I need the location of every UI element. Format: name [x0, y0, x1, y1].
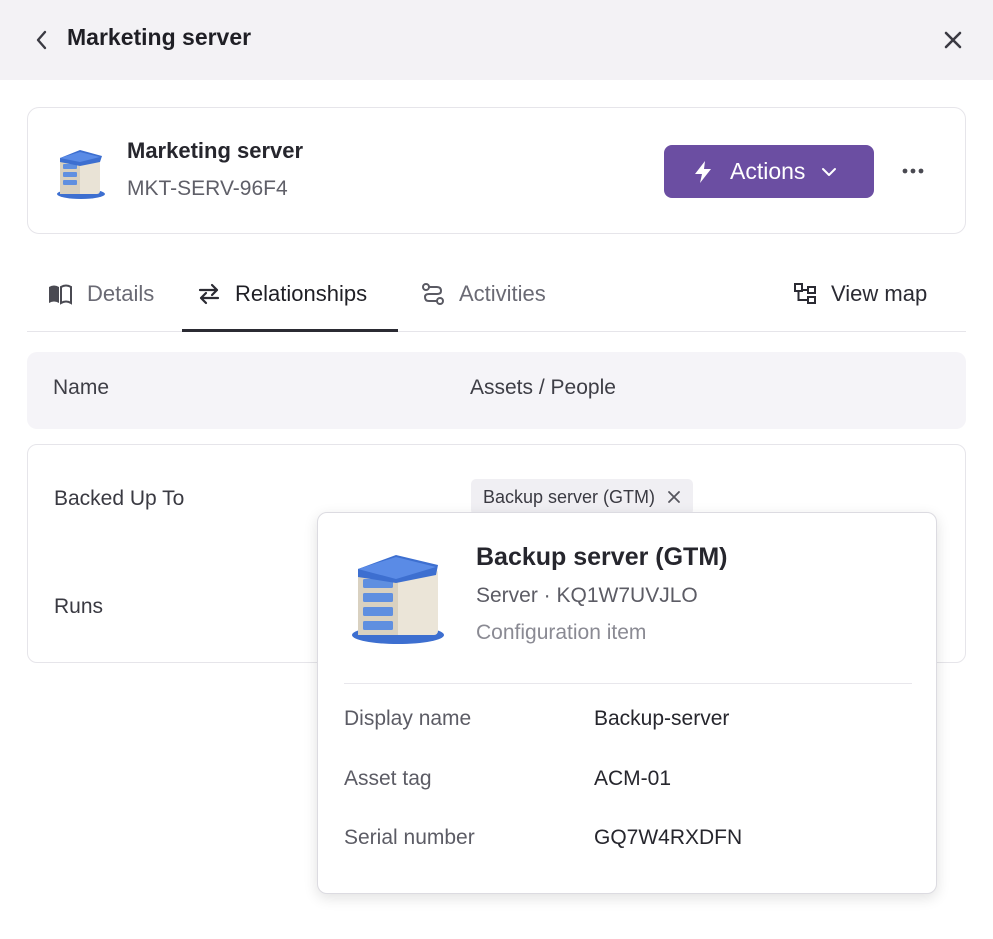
chevron-down-icon: [822, 167, 837, 176]
field-value: Backup-server: [594, 707, 730, 730]
tab-relationships-label: Relationships: [235, 281, 368, 306]
view-map-label: View map: [831, 281, 928, 306]
close-icon: [944, 31, 962, 49]
lightning-icon: [695, 160, 711, 183]
field-label: Asset tag: [344, 767, 432, 790]
asset-hover-card: Backup server (GTM) Server · KQ1W7UVJLO …: [317, 512, 937, 894]
tab-relationships[interactable]: Relationships: [197, 274, 367, 314]
asset-summary-card: Marketing server MKT-SERV-96F4 Actions: [27, 107, 966, 234]
panel-header: Marketing server: [0, 0, 993, 80]
more-options-button[interactable]: [896, 154, 930, 188]
column-header-assets-people: Assets / People: [470, 376, 616, 399]
hover-card-title: Backup server (GTM): [476, 543, 728, 571]
swap-arrows-icon: [198, 283, 220, 305]
field-value: GQ7W4RXDFN: [594, 826, 743, 849]
more-horizontal-icon: [902, 168, 924, 174]
field-label: Serial number: [344, 826, 475, 849]
close-button[interactable]: [938, 26, 968, 54]
back-button[interactable]: [28, 26, 54, 54]
relationships-table-header: Name Assets / People: [27, 352, 966, 429]
related-asset-chip[interactable]: Backup server (GTM): [471, 479, 694, 515]
asset-id: MKT-SERV-96F4: [127, 177, 288, 200]
tab-activities-label: Activities: [459, 281, 546, 306]
divider: [344, 683, 912, 684]
tab-details[interactable]: Details: [47, 274, 154, 314]
actions-button-label: Actions: [730, 158, 806, 184]
field-label: Display name: [344, 707, 472, 730]
tab-bar: Details Relationships Activities View ma…: [27, 260, 966, 332]
field-value: ACM-01: [594, 767, 672, 790]
activity-flow-icon: [422, 283, 444, 305]
book-icon: [49, 284, 72, 305]
tab-activities[interactable]: Activities: [421, 274, 546, 314]
hover-card-subtitle: Server · KQ1W7UVJLO: [476, 584, 698, 607]
panel-title: Marketing server: [67, 24, 252, 50]
relationship-name: Runs: [54, 595, 104, 618]
view-map-button[interactable]: View map: [793, 274, 927, 314]
hierarchy-map-icon: [794, 283, 816, 304]
actions-button[interactable]: Actions: [664, 145, 874, 198]
active-tab-indicator: [182, 329, 398, 332]
chevron-left-icon: [36, 30, 47, 50]
related-asset-chip-label: Backup server (GTM): [483, 486, 656, 507]
remove-icon[interactable]: [667, 490, 681, 504]
tab-details-label: Details: [87, 281, 155, 306]
hover-card-type: Configuration item: [476, 621, 647, 644]
server-icon: [352, 555, 444, 644]
server-icon: [57, 150, 105, 199]
relationship-name: Backed Up To: [54, 487, 185, 510]
asset-name: Marketing server: [127, 138, 304, 163]
column-header-name: Name: [53, 376, 110, 399]
